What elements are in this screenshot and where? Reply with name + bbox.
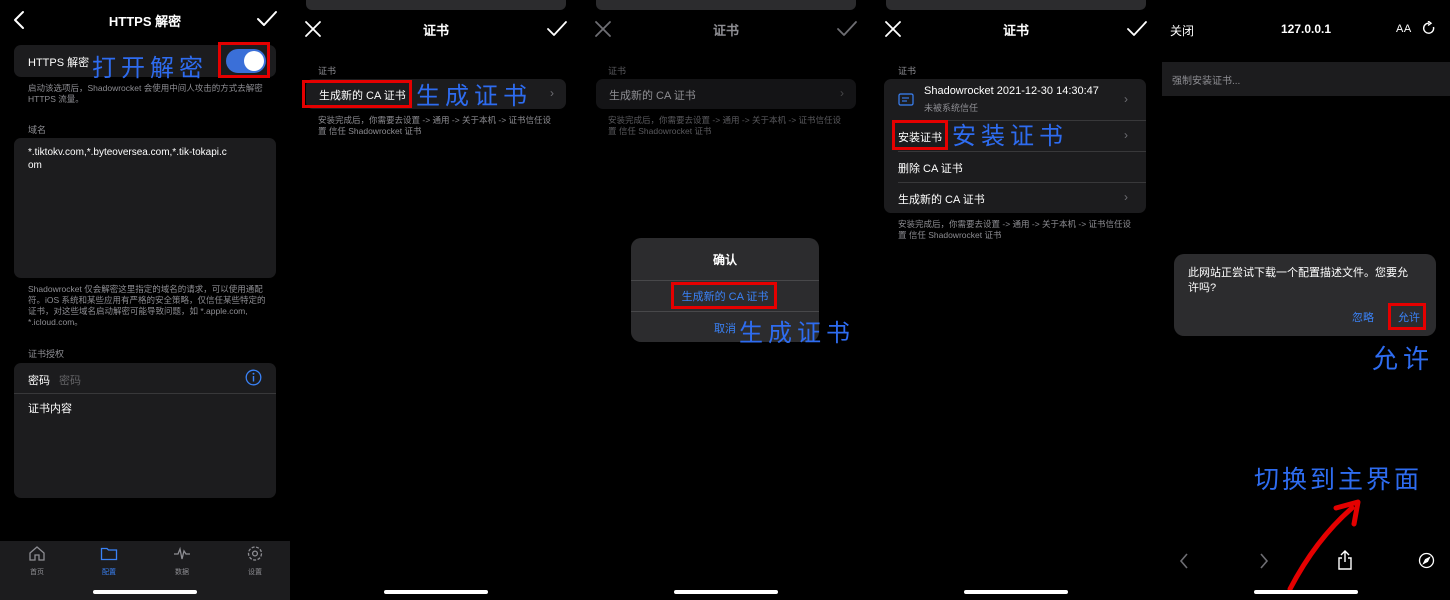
annotation-generate-cert: 生成证书 xyxy=(416,82,532,110)
forward-chevron-icon[interactable] xyxy=(1258,553,1270,569)
tab-home[interactable]: 首页 xyxy=(20,545,54,577)
page-title: HTTPS 解密 xyxy=(108,14,182,29)
generate-ca-label: 生成新的 CA 证书 xyxy=(609,90,696,102)
generate-ca-row[interactable]: 生成新的 CA 证书 › xyxy=(596,79,856,109)
text-size-button[interactable]: AA xyxy=(1396,23,1412,35)
https-toggle-label: HTTPS 解密 xyxy=(28,57,90,69)
home-indicator xyxy=(964,590,1068,594)
chevron-right-icon: › xyxy=(550,86,554,100)
cert-section-label: 证书 xyxy=(608,66,627,76)
home-indicator xyxy=(384,590,488,594)
https-note: 启动该选项后，Shadowrocket 会使用中间人攻击的方式去解密 HTTPS… xyxy=(28,83,263,104)
annotation-allow: 允许 xyxy=(1372,345,1435,375)
page-title: 证书 xyxy=(712,23,739,38)
share-icon[interactable] xyxy=(1337,550,1353,570)
https-decrypt-screen: HTTPS 解密 HTTPS 解密 打开解密 启动该选项后，Shadowrock… xyxy=(0,0,290,600)
chevron-right-icon: › xyxy=(1124,92,1128,106)
folder-icon xyxy=(100,547,118,561)
cert-section-label: 证书 xyxy=(898,66,917,76)
gear-icon xyxy=(247,546,263,561)
chevron-right-icon: › xyxy=(1124,190,1128,204)
home-indicator xyxy=(1254,590,1358,594)
back-chevron-icon[interactable] xyxy=(1178,553,1190,569)
sheet-top-stub xyxy=(596,0,856,10)
toggle-highlight xyxy=(218,42,270,78)
certificate-installed-screen: 证书 证书 Shadowrocket 2021-12-30 14:30:47 未… xyxy=(872,0,1160,600)
annotation-switch-home: 切换到主界面 xyxy=(1254,465,1423,494)
confirm-check-icon[interactable] xyxy=(256,10,278,28)
home-indicator xyxy=(93,590,197,594)
arrow-annotation-icon xyxy=(1287,499,1361,592)
tab-bar: 首页 配置 数据 设置 xyxy=(0,541,290,600)
home-icon xyxy=(29,546,45,561)
page-title: 证书 xyxy=(422,23,449,38)
cert-content-field[interactable]: 证书内容 xyxy=(28,400,72,416)
annotation-open-decrypt: 打开解密 xyxy=(92,54,208,82)
alert-generate-highlight xyxy=(671,282,777,309)
certificate-icon xyxy=(898,93,914,106)
delete-ca-button[interactable]: 删除 CA 证书 xyxy=(898,160,963,176)
annotation-generate-cert: 生成证书 xyxy=(739,319,855,347)
cert-auth-section-label: 证书授权 xyxy=(28,349,65,359)
tab-data[interactable]: 数据 xyxy=(165,545,199,577)
cert-note: 安装完成后，你需要去设置 -> 通用 -> 关于本机 -> 证书信任设置 信任 … xyxy=(318,115,552,136)
domain-textarea[interactable]: *.tiktokv.com,*.byteoversea.com,*.tik-to… xyxy=(14,138,276,278)
generate-highlight xyxy=(302,80,412,108)
sheet-top-stub xyxy=(886,0,1146,10)
safari-screen: 关闭 127.0.0.1 AA 强制安装证书... 此网站正尝试下载一个配置描述… xyxy=(1162,0,1450,600)
cert-status: 未被系统信任 xyxy=(924,103,979,113)
cert-note: 安装完成后，你需要去设置 -> 通用 -> 关于本机 -> 证书信任设置 信任 … xyxy=(608,115,842,136)
tab-config[interactable]: 配置 xyxy=(92,545,126,577)
domain-value: *.tiktokv.com,*.byteoversea.com,*.tik-to… xyxy=(28,147,227,171)
allow-highlight xyxy=(1388,303,1426,330)
certificate-confirm-screen: 证书 证书 生成新的 CA 证书 › 安装完成后，你需要去设置 -> 通用 ->… xyxy=(582,0,870,600)
chevron-right-icon: › xyxy=(840,86,844,100)
password-label: 密码 xyxy=(28,375,50,387)
confirm-check-icon[interactable] xyxy=(1126,20,1148,38)
annotation-install-cert: 安装证书 xyxy=(952,122,1068,150)
pulse-icon xyxy=(174,546,190,560)
dialog-message: 此网站正尝试下载一个配置描述文件。您要允许吗? xyxy=(1188,267,1408,294)
page-banner: 强制安装证书... xyxy=(1162,62,1450,96)
reload-icon[interactable] xyxy=(1422,21,1436,36)
cert-name[interactable]: Shadowrocket 2021-12-30 14:30:47 xyxy=(924,85,1099,97)
home-indicator xyxy=(674,590,778,594)
cert-section-label: 证书 xyxy=(318,66,337,76)
safari-toolbar xyxy=(1162,546,1450,576)
generate-ca-button[interactable]: 生成新的 CA 证书 xyxy=(898,191,985,207)
cert-note: 安装完成后，你需要去设置 -> 通用 -> 关于本机 -> 证书信任设置 信任 … xyxy=(898,219,1132,240)
confirm-check-icon[interactable] xyxy=(546,20,568,38)
banner-text: 强制安装证书... xyxy=(1172,76,1241,87)
cert-auth-card: 密码 密码 证书内容 xyxy=(14,363,276,498)
chevron-right-icon: › xyxy=(1124,128,1128,142)
domain-section-label: 域名 xyxy=(28,125,47,135)
page-title: 证书 xyxy=(1002,23,1029,38)
tab-settings[interactable]: 设置 xyxy=(238,545,272,577)
alert-title: 确认 xyxy=(712,253,737,267)
password-input[interactable]: 密码 xyxy=(59,372,81,388)
certificate-screen: 证书 证书 生成新的 CA 证书 › 生成证书 安装完成后，你需要去设置 -> … xyxy=(292,0,580,600)
install-highlight xyxy=(892,120,948,150)
confirm-check-icon[interactable] xyxy=(836,20,858,38)
ignore-button[interactable]: 忽略 xyxy=(1352,309,1374,325)
compass-icon[interactable] xyxy=(1418,552,1435,569)
info-icon[interactable] xyxy=(245,369,262,386)
domain-note: Shadowrocket 仅会解密这里指定的域名的请求，可以使用通配符。iOS … xyxy=(28,284,266,327)
sheet-top-stub xyxy=(306,0,566,10)
